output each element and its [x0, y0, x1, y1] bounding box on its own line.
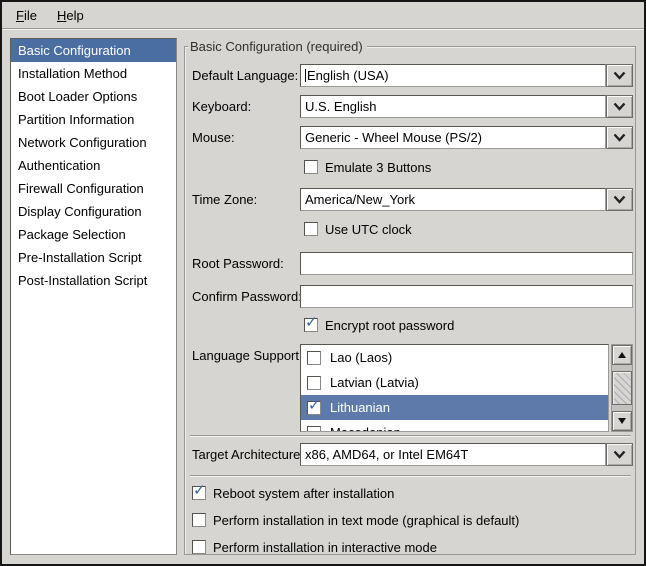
- time-zone-label: Time Zone:: [192, 192, 257, 207]
- chevron-down-icon: [613, 71, 626, 80]
- menu-help[interactable]: Help: [47, 4, 94, 27]
- keyboard-value: U.S. English: [305, 99, 377, 114]
- language-support-list[interactable]: Lao (Laos) Latvian (Latvia) ✓ Lithuanian…: [300, 344, 609, 432]
- language-support-label: Language Support:: [192, 348, 303, 363]
- sidebar-item-display-configuration[interactable]: Display Configuration: [11, 200, 176, 223]
- use-utc-clock-checkbox[interactable]: [304, 222, 318, 236]
- chevron-down-icon: [613, 450, 626, 459]
- mouse-dropdown-button[interactable]: [606, 126, 633, 149]
- separator: [190, 435, 631, 437]
- sidebar-item-partition-information[interactable]: Partition Information: [11, 108, 176, 131]
- emulate-3-buttons-label[interactable]: Emulate 3 Buttons: [325, 160, 431, 175]
- chevron-down-icon: [613, 102, 626, 111]
- arrow-down-icon: [618, 418, 626, 424]
- menu-file-accel: F: [16, 8, 24, 23]
- language-latvian-checkbox[interactable]: [307, 376, 321, 390]
- use-utc-clock-label[interactable]: Use UTC clock: [325, 222, 412, 237]
- sidebar-item-pre-installation-script[interactable]: Pre-Installation Script: [11, 246, 176, 269]
- default-language-combo-entry[interactable]: English (USA): [300, 64, 606, 87]
- check-icon: ✓: [193, 483, 206, 499]
- target-architecture-label: Target Architecture:: [192, 447, 304, 462]
- reboot-after-installation-checkbox[interactable]: ✓: [192, 486, 206, 500]
- check-icon: ✓: [305, 315, 318, 331]
- target-architecture-combo-entry[interactable]: x86, AMD64, or Intel EM64T: [300, 443, 606, 466]
- default-language-label: Default Language:: [192, 68, 298, 83]
- sidebar-item-firewall-configuration[interactable]: Firewall Configuration: [11, 177, 176, 200]
- scroll-up-button[interactable]: [612, 345, 632, 365]
- target-architecture-dropdown-button[interactable]: [606, 443, 633, 466]
- kickstart-configurator-window: File Help Basic Configuration Installati…: [0, 0, 646, 566]
- time-zone-dropdown-button[interactable]: [606, 188, 633, 211]
- section-list: Basic Configuration Installation Method …: [10, 38, 177, 555]
- keyboard-dropdown-button[interactable]: [606, 95, 633, 118]
- time-zone-value: America/New_York: [305, 192, 415, 207]
- check-icon: ✓: [308, 398, 321, 414]
- sidebar-item-network-configuration[interactable]: Network Configuration: [11, 131, 176, 154]
- mouse-label: Mouse:: [192, 130, 235, 145]
- language-macedonian-label: Macedonian: [330, 425, 401, 432]
- sidebar-item-authentication[interactable]: Authentication: [11, 154, 176, 177]
- time-zone-combo-entry[interactable]: America/New_York: [300, 188, 606, 211]
- language-lao-checkbox[interactable]: [307, 351, 321, 365]
- scroll-down-button[interactable]: [612, 411, 632, 431]
- encrypt-root-password-checkbox[interactable]: ✓: [304, 318, 318, 332]
- sidebar-item-basic-configuration[interactable]: Basic Configuration: [11, 39, 176, 62]
- interactive-mode-checkbox[interactable]: [192, 540, 206, 554]
- root-password-field[interactable]: [300, 252, 633, 275]
- separator: [190, 475, 631, 477]
- chevron-down-icon: [613, 195, 626, 204]
- confirm-password-label: Confirm Password:: [192, 289, 302, 304]
- keyboard-label: Keyboard:: [192, 99, 251, 114]
- language-option-lithuanian[interactable]: ✓ Lithuanian: [301, 395, 608, 420]
- sidebar-item-post-installation-script[interactable]: Post-Installation Script: [11, 269, 176, 292]
- reboot-after-installation-label[interactable]: Reboot system after installation: [213, 486, 394, 501]
- encrypt-root-password-label[interactable]: Encrypt root password: [325, 318, 454, 333]
- menu-help-accel: H: [57, 8, 66, 23]
- language-macedonian-checkbox[interactable]: [307, 426, 321, 433]
- language-list-scrollbar[interactable]: [611, 344, 633, 432]
- interactive-mode-label[interactable]: Perform installation in interactive mode: [213, 540, 437, 555]
- menu-file-rest: ile: [24, 8, 37, 23]
- language-lao-label: Lao (Laos): [330, 350, 392, 365]
- sidebar-item-boot-loader-options[interactable]: Boot Loader Options: [11, 85, 176, 108]
- mouse-value: Generic - Wheel Mouse (PS/2): [305, 130, 482, 145]
- language-option-lao[interactable]: Lao (Laos): [301, 345, 608, 370]
- confirm-password-field[interactable]: [300, 285, 633, 308]
- default-language-value: English (USA): [307, 68, 389, 83]
- root-password-label: Root Password:: [192, 256, 284, 271]
- text-mode-checkbox[interactable]: [192, 513, 206, 527]
- mouse-combo-entry[interactable]: Generic - Wheel Mouse (PS/2): [300, 126, 606, 149]
- sidebar-item-installation-method[interactable]: Installation Method: [11, 62, 176, 85]
- emulate-3-buttons-checkbox[interactable]: [304, 160, 318, 174]
- language-lithuanian-checkbox[interactable]: ✓: [307, 401, 321, 415]
- language-latvian-label: Latvian (Latvia): [330, 375, 419, 390]
- default-language-dropdown-button[interactable]: [606, 64, 633, 87]
- text-mode-label[interactable]: Perform installation in text mode (graph…: [213, 513, 519, 528]
- sidebar-item-package-selection[interactable]: Package Selection: [11, 223, 176, 246]
- language-option-latvian[interactable]: Latvian (Latvia): [301, 370, 608, 395]
- menu-bar: File Help: [2, 2, 644, 29]
- language-lithuanian-label: Lithuanian: [330, 400, 390, 415]
- target-architecture-value: x86, AMD64, or Intel EM64T: [305, 447, 468, 462]
- groupbox-title: Basic Configuration (required): [188, 39, 367, 54]
- menu-file[interactable]: File: [6, 4, 47, 27]
- menu-help-rest: elp: [66, 8, 83, 23]
- arrow-up-icon: [618, 352, 626, 358]
- text-cursor: [305, 69, 306, 82]
- scrollbar-thumb[interactable]: [612, 371, 632, 405]
- language-option-macedonian[interactable]: Macedonian: [301, 420, 608, 432]
- chevron-down-icon: [613, 133, 626, 142]
- keyboard-combo-entry[interactable]: U.S. English: [300, 95, 606, 118]
